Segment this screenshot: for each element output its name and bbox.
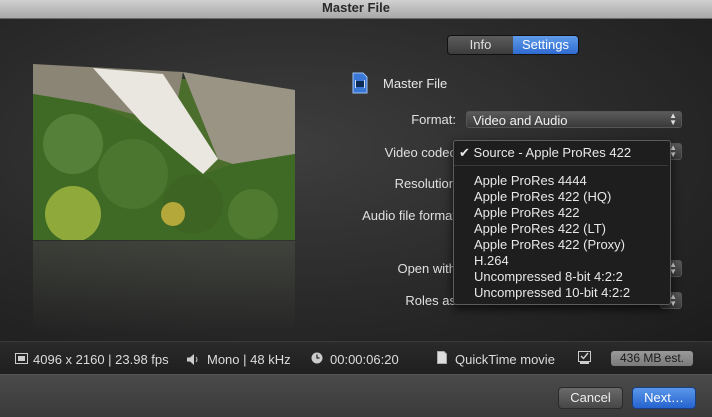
document-icon xyxy=(437,351,447,367)
format-value: Video and Audio xyxy=(473,113,568,128)
popup-arrows-icon: ▲ ▼ xyxy=(669,111,677,127)
next-button[interactable]: Next… xyxy=(632,387,696,409)
menu-item-selected[interactable]: ✔ Source - Apple ProRes 422 xyxy=(459,145,631,161)
format-popup[interactable]: Video and Audio ▲ ▼ xyxy=(466,111,682,128)
menu-item[interactable]: Apple ProRes 422 (Proxy) xyxy=(474,237,625,252)
video-codec-menu: ✔ Source - Apple ProRes 422 Apple ProRes… xyxy=(453,140,671,305)
video-info: 4096 x 2160 | 23.98 fps xyxy=(33,352,169,367)
menu-item[interactable]: Apple ProRes 422 xyxy=(474,205,580,220)
video-preview-thumbnail xyxy=(33,64,295,240)
container-info: QuickTime movie xyxy=(455,352,555,367)
checkmark-icon: ✔ xyxy=(459,145,470,160)
tab-settings[interactable]: Settings xyxy=(513,36,578,54)
roles-as-label: Roles as xyxy=(405,293,456,308)
menu-item[interactable]: Apple ProRes 422 (LT) xyxy=(474,221,606,236)
speaker-icon xyxy=(187,353,201,368)
tab-info[interactable]: Info xyxy=(448,36,513,54)
audio-info: Mono | 48 kHz xyxy=(207,352,291,367)
menu-item[interactable]: Apple ProRes 4444 xyxy=(474,173,587,188)
menu-separator xyxy=(454,165,668,166)
window-titlebar: Master File xyxy=(0,0,712,19)
bottom-bar: Cancel Next… xyxy=(0,374,712,417)
tab-bar: Info Settings xyxy=(447,35,579,55)
open-with-label: Open with xyxy=(397,261,456,276)
preview-reflection xyxy=(33,241,295,331)
menu-item-label: Source - Apple ProRes 422 xyxy=(473,145,632,160)
menu-item[interactable]: Uncompressed 10-bit 4:2:2 xyxy=(474,285,630,300)
status-bar: 4096 x 2160 | 23.98 fps Mono | 48 kHz 00… xyxy=(0,341,712,374)
window-title: Master File xyxy=(322,0,390,15)
video-frame-icon xyxy=(15,352,28,367)
duration-info: 00:00:06:20 xyxy=(330,352,399,367)
resolution-label: Resolution xyxy=(394,176,456,191)
checkbox-document-icon xyxy=(578,351,591,367)
cancel-button[interactable]: Cancel xyxy=(558,387,623,409)
menu-item[interactable]: Apple ProRes 422 (HQ) xyxy=(474,189,611,204)
video-codec-label: Video codec xyxy=(384,145,456,160)
menu-item[interactable]: Uncompressed 8-bit 4:2:2 xyxy=(474,269,623,284)
file-size-badge: 436 MB est. xyxy=(611,351,693,366)
film-file-icon xyxy=(352,72,368,94)
format-label: Format: xyxy=(411,112,456,127)
clock-icon xyxy=(311,352,323,367)
menu-item[interactable]: H.264 xyxy=(474,253,509,268)
audio-file-format-label: Audio file format xyxy=(362,208,456,223)
master-file-heading: Master File xyxy=(383,76,448,91)
